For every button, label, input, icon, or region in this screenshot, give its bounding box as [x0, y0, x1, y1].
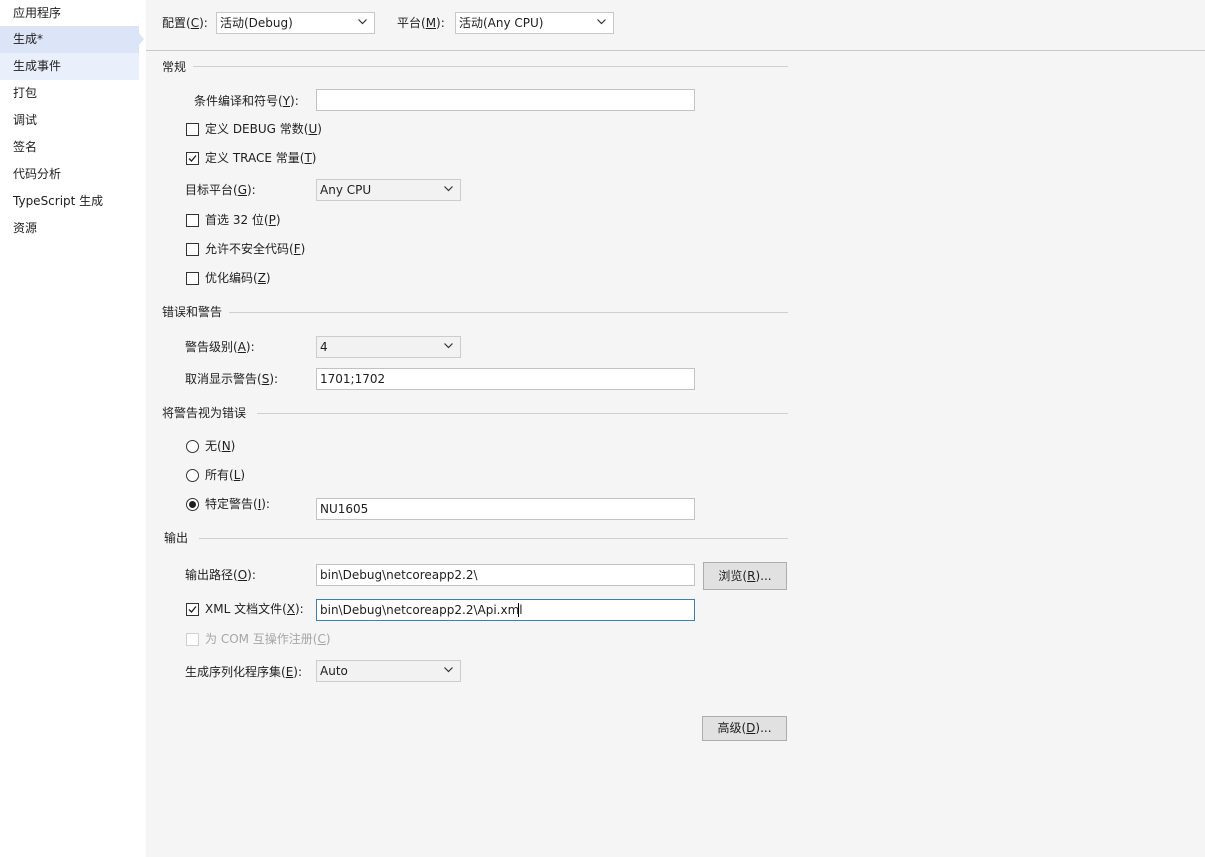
sidebar-item-debug[interactable]: 调试	[0, 107, 37, 134]
optimize-code-label: 优化编码(Z)	[205, 271, 271, 285]
warning-level-label: 警告级别(A):	[185, 340, 255, 354]
suppress-warnings-label: 取消显示警告(S):	[185, 372, 279, 386]
xml-doc-checkbox[interactable]	[186, 603, 199, 616]
warning-level-value: 4	[320, 340, 328, 354]
serialization-assembly-label: 生成序列化程序集(E):	[185, 665, 303, 679]
treat-specific-label: 特定警告(I):	[205, 497, 270, 511]
specific-warnings-input[interactable]: NU1605	[316, 498, 695, 520]
chevron-down-icon	[444, 667, 453, 673]
config-label: 配置(C):	[162, 16, 208, 30]
platform-dropdown[interactable]: 活动(Any CPU)	[455, 12, 614, 34]
sidebar: 应用程序 生成* 生成事件 打包 调试 签名 代码分析 TypeScript 生…	[0, 0, 146, 857]
checkmark-icon	[188, 606, 197, 613]
selected-arrow-icon	[139, 33, 144, 45]
target-platform-value: Any CPU	[320, 183, 372, 197]
warning-level-dropdown[interactable]: 4	[316, 336, 461, 358]
conditional-symbols-input[interactable]	[316, 89, 695, 111]
xml-doc-label: XML 文档文件(X):	[205, 602, 304, 616]
radio-selected-dot	[189, 501, 196, 508]
serialization-assembly-dropdown[interactable]: Auto	[316, 660, 461, 682]
com-interop-label: 为 COM 互操作注册(C)	[205, 632, 331, 646]
section-header-treat-warnings: 将警告视为错误	[162, 406, 247, 420]
sidebar-item-typescript-build[interactable]: TypeScript 生成	[0, 188, 103, 215]
prefer-32bit-label: 首选 32 位(P)	[205, 213, 281, 227]
target-platform-label: 目标平台(G):	[185, 183, 256, 197]
sidebar-item-code-analysis[interactable]: 代码分析	[0, 161, 61, 188]
define-debug-checkbox[interactable]	[186, 123, 199, 136]
xml-doc-input[interactable]: bin\Debug\netcoreapp2.2\Api.xml	[316, 599, 695, 621]
define-trace-label: 定义 TRACE 常量(T)	[205, 151, 317, 165]
platform-label: 平台(M):	[397, 16, 445, 30]
allow-unsafe-label: 允许不安全代码(F)	[205, 242, 306, 256]
treat-all-label: 所有(L)	[205, 468, 246, 482]
toolbar-divider	[146, 50, 1205, 51]
output-path-input[interactable]: bin\Debug\netcoreapp2.2\	[316, 564, 695, 586]
optimize-code-checkbox[interactable]	[186, 272, 199, 285]
chevron-down-icon	[444, 343, 453, 349]
section-divider	[229, 312, 788, 313]
output-path-label: 输出路径(O):	[185, 568, 256, 582]
define-debug-label: 定义 DEBUG 常数(U)	[205, 122, 322, 136]
treat-none-radio[interactable]	[186, 440, 199, 453]
advanced-button[interactable]: 高级(D)...	[702, 716, 787, 741]
config-dropdown[interactable]: 活动(Debug)	[216, 12, 375, 34]
text-caret	[518, 603, 519, 617]
chevron-down-icon	[444, 186, 453, 192]
conditional-symbols-label: 条件编译和符号(Y):	[194, 94, 299, 108]
chevron-down-icon	[597, 19, 606, 25]
sidebar-item-build-events[interactable]: 生成事件	[0, 53, 139, 80]
treat-none-label: 无(N)	[205, 439, 236, 453]
section-header-output: 输出	[164, 531, 189, 545]
section-divider	[257, 413, 788, 414]
com-interop-checkbox[interactable]	[186, 633, 199, 646]
treat-all-radio[interactable]	[186, 469, 199, 482]
sidebar-item-application[interactable]: 应用程序	[0, 0, 61, 27]
sidebar-item-resources[interactable]: 资源	[0, 215, 37, 242]
section-divider	[199, 538, 788, 539]
sidebar-item-build[interactable]: 生成*	[0, 26, 139, 53]
serialization-assembly-value: Auto	[320, 664, 348, 678]
config-value: 活动(Debug)	[220, 16, 293, 30]
prefer-32bit-checkbox[interactable]	[186, 214, 199, 227]
suppress-warnings-input[interactable]: 1701;1702	[316, 368, 695, 390]
sidebar-item-signing[interactable]: 签名	[0, 134, 37, 161]
allow-unsafe-checkbox[interactable]	[186, 243, 199, 256]
section-header-general: 常规	[162, 60, 187, 74]
sidebar-item-package[interactable]: 打包	[0, 80, 37, 107]
define-trace-checkbox[interactable]	[186, 152, 199, 165]
target-platform-dropdown[interactable]: Any CPU	[316, 179, 461, 201]
section-header-errors: 错误和警告	[162, 305, 223, 319]
chevron-down-icon	[358, 19, 367, 25]
section-divider	[193, 66, 788, 67]
browse-button[interactable]: 浏览(R)...	[703, 562, 787, 590]
checkmark-icon	[188, 155, 197, 162]
treat-specific-radio[interactable]	[186, 498, 199, 511]
platform-value: 活动(Any CPU)	[459, 16, 544, 30]
